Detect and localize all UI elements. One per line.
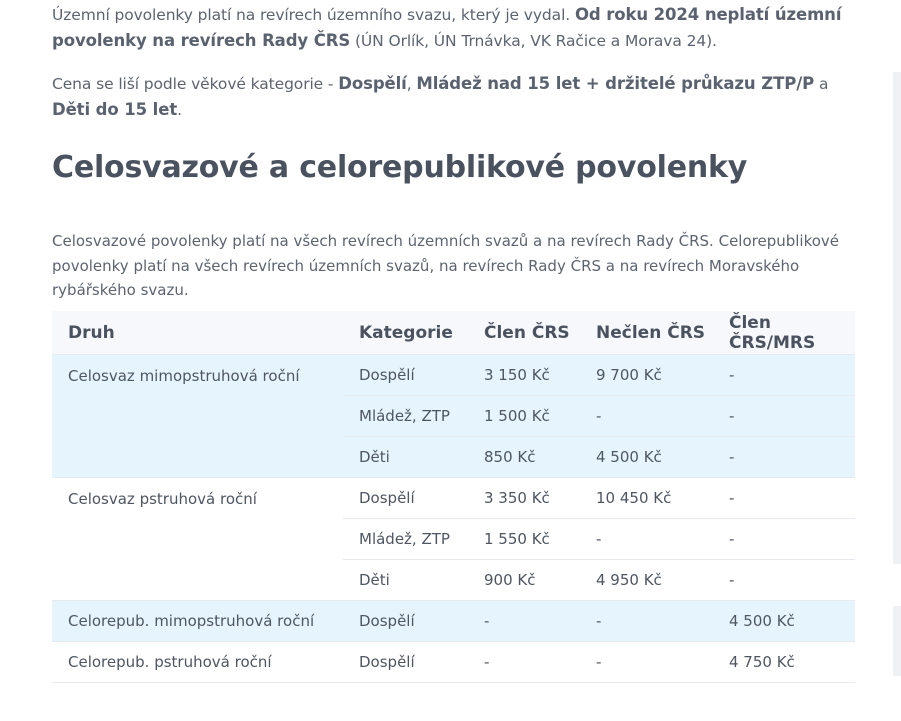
kategorie-cell: Dospělí [343, 641, 468, 683]
druh-cell: Celorepub. mimopstruhová roční [52, 600, 343, 642]
price-cell: 3 350 Kč [468, 477, 580, 519]
side-panel-edge [893, 72, 901, 564]
price-cell: - [713, 436, 855, 478]
category-youth: Mládež nad 15 let + držitelé průkazu ZTP… [416, 74, 815, 93]
price-cell: - [580, 641, 713, 683]
kategorie-cell: Děti [343, 436, 468, 478]
kategorie-cell: Dospělí [343, 477, 468, 519]
price-cell: 4 750 Kč [713, 641, 855, 683]
header-nelen-crs: Nečlen ČRS [580, 311, 713, 355]
price-cell: - [468, 641, 580, 683]
header-clen-crs-mrs: Člen ČRS/MRS [713, 311, 855, 355]
price-cell: - [713, 518, 855, 560]
header-druh: Druh [52, 311, 343, 355]
table-row: Celosvaz mimopstruhová roční Dospělí 3 1… [52, 354, 855, 478]
header-kategorie: Kategorie [343, 311, 468, 355]
kategorie-cell: Děti [343, 559, 468, 601]
intro-paragraph-price: Cena se liší podle věkové kategorie - Do… [52, 71, 855, 123]
druh-cell: Celorepub. pstruhová roční [52, 641, 343, 683]
separator: a [814, 75, 829, 93]
intro-text: Územní povolenky platí na revírech územn… [52, 6, 575, 24]
price-cell: 850 Kč [468, 436, 580, 478]
table-header-row: Druh Kategorie Člen ČRS Nečlen ČRS Člen … [52, 311, 855, 355]
price-cell: - [580, 518, 713, 560]
price-table: Druh Kategorie Člen ČRS Nečlen ČRS Člen … [52, 311, 855, 683]
druh-cell: Celosvaz pstruhová roční [52, 477, 343, 601]
section-description: Celosvazové povolenky platí na všech rev… [52, 232, 840, 299]
kategorie-cell: Dospělí [343, 354, 468, 396]
table-row: Celorepub. pstruhová roční Dospělí - - 4… [52, 641, 855, 683]
price-cell: - [713, 477, 855, 519]
side-panel-edge [893, 606, 901, 676]
price-cell: 1 550 Kč [468, 518, 580, 560]
section-heading: Celosvazové a celorepublikové povolenky [52, 150, 748, 185]
price-cell: - [713, 395, 855, 437]
price-cell: - [580, 600, 713, 642]
header-clen-crs: Člen ČRS [468, 311, 580, 355]
kategorie-cell: Mládež, ZTP [343, 518, 468, 560]
category-adults: Dospělí [338, 74, 407, 93]
price-cell: 10 450 Kč [580, 477, 713, 519]
price-text: Cena se liší podle věkové kategorie - [52, 75, 339, 93]
druh-cell: Celosvaz mimopstruhová roční [52, 354, 343, 478]
table-row: Celosvaz pstruhová roční Dospělí 3 350 K… [52, 477, 855, 601]
price-cell: 4 950 Kč [580, 559, 713, 601]
page: Územní povolenky platí na revírech územn… [0, 0, 901, 721]
separator: , [406, 75, 417, 93]
price-cell: - [580, 395, 713, 437]
period: . [177, 101, 182, 119]
price-cell: 1 500 Kč [468, 395, 580, 437]
price-cell: 9 700 Kč [580, 354, 713, 396]
price-cell: 4 500 Kč [713, 600, 855, 642]
table-row: Celorepub. mimopstruhová roční Dospělí -… [52, 600, 855, 642]
intro-paragraph-territorial: Územní povolenky platí na revírech územn… [52, 2, 855, 54]
price-cell: - [713, 354, 855, 396]
price-cell: 3 150 Kč [468, 354, 580, 396]
kategorie-cell: Dospělí [343, 600, 468, 642]
price-cell: - [468, 600, 580, 642]
price-cell: 4 500 Kč [580, 436, 713, 478]
kategorie-cell: Mládež, ZTP [343, 395, 468, 437]
price-cell: - [713, 559, 855, 601]
price-cell: 900 Kč [468, 559, 580, 601]
intro-text-tail: (ÚN Orlík, ÚN Trnávka, VK Račice a Morav… [350, 32, 717, 50]
category-children: Děti do 15 let [52, 100, 178, 119]
